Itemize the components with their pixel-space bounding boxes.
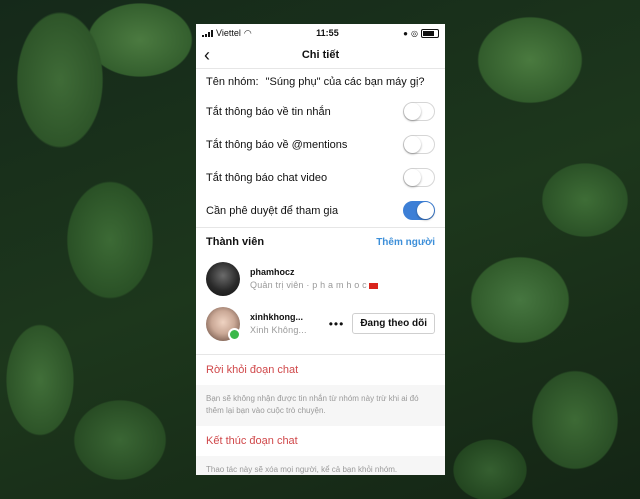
approval-required-toggle[interactable] <box>403 201 435 220</box>
member-username: xinhkhong... <box>250 312 303 322</box>
leave-chat-button[interactable]: Rời khỏi đoạn chat <box>196 355 445 385</box>
setting-label: Tắt thông báo về @mentions <box>206 138 348 151</box>
setting-label: Tắt thông báo về tin nhắn <box>206 105 331 118</box>
setting-mute-video-chat: Tắt thông báo chat video <box>196 161 445 194</box>
more-options-icon[interactable]: ••• <box>329 317 345 331</box>
mute-mentions-toggle[interactable] <box>403 135 435 154</box>
signal-icon <box>202 29 213 37</box>
member-row[interactable]: xinhkhong... Xinh Không... ••• Đang theo… <box>196 301 445 346</box>
avatar <box>206 306 241 341</box>
end-chat-note: Thao tác này sẽ xóa mọi người, kể cả bạn… <box>196 456 445 475</box>
group-name-row[interactable]: Tên nhóm: "Súng phụ" của các bạn máy gị? <box>196 68 445 95</box>
end-chat-button[interactable]: Kết thúc đoạn chat <box>196 426 445 456</box>
leave-chat-note: Bạn sẽ không nhận được tin nhắn từ nhóm … <box>196 385 445 426</box>
member-row[interactable]: phamhocz Quản trị viên · p h a m h o c <box>196 256 445 301</box>
flag-icon <box>368 282 378 289</box>
following-button[interactable]: Đang theo dõi <box>352 313 435 334</box>
setting-mute-mentions: Tắt thông báo về @mentions <box>196 128 445 161</box>
setting-mute-messages: Tắt thông báo về tin nhắn <box>196 95 445 128</box>
members-header: Thành viên Thêm người <box>196 228 445 256</box>
setting-label: Tắt thông báo chat video <box>206 171 328 184</box>
group-name-label: Tên nhóm: <box>206 76 259 88</box>
mute-video-chat-toggle[interactable] <box>403 168 435 187</box>
page-title: Chi tiết <box>301 49 340 61</box>
navigation-bar: ‹ Chi tiết <box>196 42 445 68</box>
lock-icon: ● <box>403 28 408 38</box>
setting-label: Cần phê duyệt để tham gia <box>206 204 339 217</box>
wifi-icon: ◠ <box>243 27 252 38</box>
group-name-value: "Súng phụ" của các bạn máy gị? <box>265 76 425 88</box>
online-status-icon <box>228 327 241 341</box>
members-title: Thành viên <box>206 236 265 248</box>
chevron-left-icon[interactable]: ‹ <box>204 45 210 66</box>
add-people-button[interactable]: Thêm người <box>376 237 435 248</box>
alarm-icon: ◎ <box>411 28 418 38</box>
member-subtitle: Quản trị viên · p h a m h o c <box>250 280 367 290</box>
setting-approval-required: Cần phê duyệt để tham gia <box>196 194 445 227</box>
phone-screen: Viettel ◠ 11:55 ● ◎ ‹ Chi tiết Tên nhóm:… <box>196 24 445 475</box>
mute-messages-toggle[interactable] <box>403 102 435 121</box>
member-subtitle: Xinh Không... <box>250 325 307 335</box>
avatar <box>206 261 240 296</box>
status-bar: Viettel ◠ 11:55 ● ◎ <box>196 24 445 42</box>
carrier-name: Viettel <box>216 28 241 38</box>
clock: 11:55 <box>316 28 339 38</box>
member-username: phamhocz <box>250 267 295 277</box>
battery-icon <box>420 28 439 38</box>
